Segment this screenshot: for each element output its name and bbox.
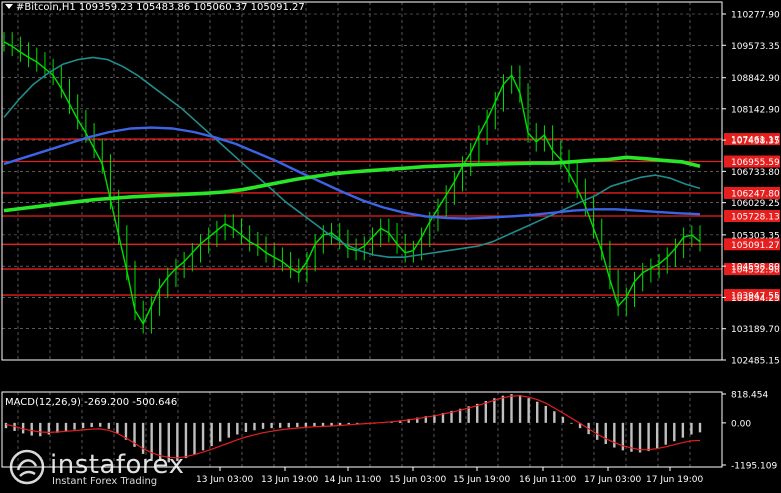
macd-histogram-bar [553,411,556,423]
macd-histogram-bar [210,422,213,447]
macd-tick-label: -1195.109 [731,462,777,472]
logo-tagline: Instant Forex Trading [52,476,158,487]
macd-histogram-bar [664,422,667,445]
macd-histogram-bar [296,422,299,428]
macd-histogram-bar [99,422,102,427]
price-tick-label: 106733.80 [731,168,780,178]
macd-histogram-bar [287,422,290,428]
price-tick-label: 107438.35 [731,137,780,147]
macd-histogram-bar [56,422,59,433]
price-tick-label: 103189.70 [731,325,780,335]
macd-histogram-bar [330,422,333,426]
macd-histogram-bar [690,422,693,435]
instaforex-logo-icon [9,449,45,485]
price-tick-label: 104598.80 [731,263,780,273]
macd-histogram-bar [227,422,230,438]
chart-canvas[interactable]: 107461.17106955.59106247.80105728.131050… [0,0,781,489]
macd-histogram-bar [638,422,642,453]
macd-histogram-bar [338,422,342,425]
time-tick-label: 15 Jun 19:00 [453,475,510,485]
level-price-label: 105091.27 [731,241,780,251]
time-tick-label: 13 Jun 19:00 [261,475,318,485]
macd-histogram-bar [236,422,239,435]
time-tick-label: 15 Jun 03:00 [389,475,446,485]
macd-histogram-bar [518,395,522,423]
price-tick-label: 109573.35 [731,42,780,52]
time-tick-label: 17 Jun 19:00 [646,475,703,485]
time-tick-label: 14 Jun 11:00 [324,475,381,485]
macd-histogram-bar [30,422,33,436]
price-tick-label: 108842.90 [731,74,780,84]
price-tick-label: 106029.25 [731,199,780,209]
macd-histogram-bar [64,422,68,431]
macd-histogram-bar [561,416,565,423]
instaforex-logo: instaforex Instant Forex Trading [8,448,208,488]
macd-histogram-bar [90,422,93,428]
macd-histogram-bar [493,398,496,423]
price-tick-label: 105303.35 [731,231,780,241]
macd-histogram-bar [278,422,282,428]
level-price-label: 106955.59 [731,158,780,168]
macd-histogram-bar [698,422,702,433]
macd-histogram-bar [39,422,42,437]
chart-title: #Bitcoin,H1 109359.23 105483.86 105060.3… [5,2,305,13]
macd-label: MACD(12,26,9) -269.200 -500.646 [5,397,178,408]
macd-histogram-bar [655,422,659,449]
chart-title-text: #Bitcoin,H1 109359.23 105483.86 105060.3… [16,2,305,13]
macd-histogram-bar [107,422,111,429]
macd-histogram-bar [81,422,85,429]
trading-chart[interactable]: 107461.17 106955.59 106247.80 105728.13 1050… [0,0,781,489]
macd-histogram-bar [613,422,616,448]
macd-histogram-bar [647,422,650,452]
macd-histogram-bar [313,422,316,427]
level-price-label: 105728.13 [731,213,780,223]
dropdown-arrow-icon[interactable] [5,4,13,9]
macd-histogram-bar [544,405,547,423]
macd-histogram-bar [253,422,256,431]
time-tick-label: 16 Jun 11:00 [519,475,576,485]
macd-histogram-bar [347,422,350,425]
macd-histogram-bar [604,422,607,445]
macd-histogram-bar [321,422,325,427]
time-tick-label: 17 Jun 03:00 [584,475,641,485]
macd-histogram-bar [484,400,488,423]
macd-histogram-bar [673,422,676,442]
price-tick-label: 102485.15 [731,357,780,367]
macd-histogram-bar [501,395,505,423]
macd-histogram-bar [304,422,308,427]
price-tick-label: 110277.90 [731,11,780,21]
macd-histogram-bar [261,422,265,429]
macd-histogram-bar [116,422,119,434]
price-tick-label: 103894.25 [731,294,780,304]
macd-histogram-bar [527,398,530,423]
macd-histogram-bar [570,422,573,424]
macd-histogram-bar [73,422,76,430]
macd-tick-label: 0.00 [731,419,751,429]
macd-histogram-bar [201,422,205,451]
macd-histogram-bar [270,422,273,429]
macd-histogram-bar [218,422,222,442]
macd-histogram-bar [536,401,539,423]
macd-tick-label: 818.454 [731,391,768,401]
macd-histogram-bar [681,422,685,438]
macd-histogram-bar [476,403,479,423]
level-price-label: 106247.80 [731,189,780,199]
price-tick-label: 108142.90 [731,105,780,115]
macd-histogram-bar [244,422,248,433]
macd-histogram-bar [595,422,599,440]
macd-histogram-bar [4,422,8,429]
macd-histogram-bar [510,394,513,423]
